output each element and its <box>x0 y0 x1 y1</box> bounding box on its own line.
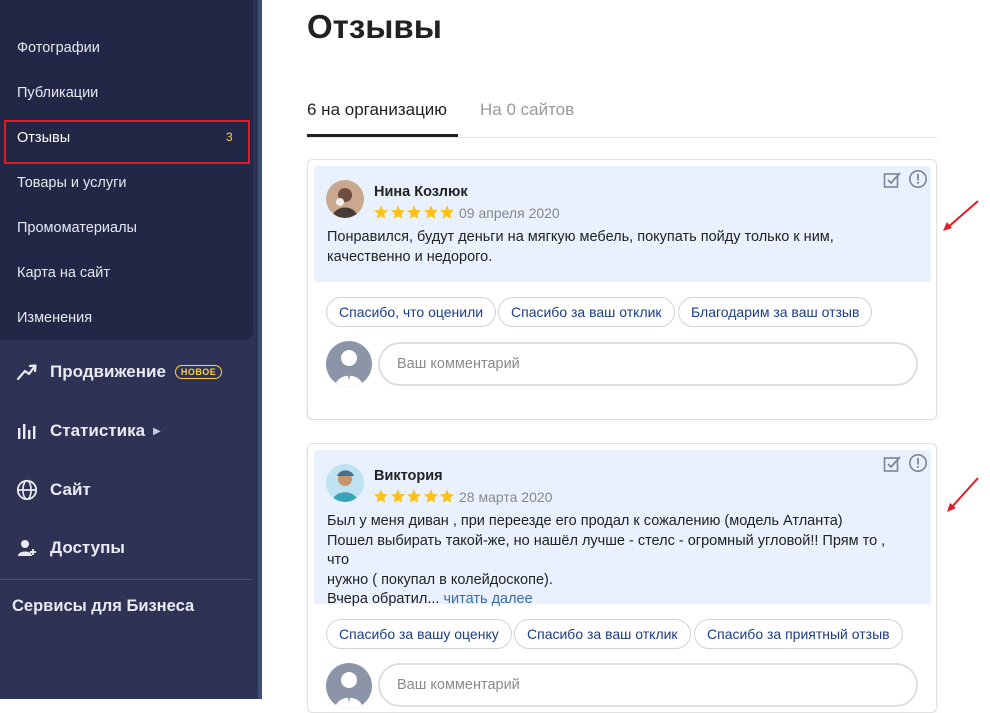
star-icon <box>423 205 438 219</box>
star-icon <box>407 489 421 503</box>
tabs: 6 на организацию На 0 сайтов <box>307 96 937 138</box>
review-text-line: качественно и недорого. <box>327 248 493 265</box>
review-text-line: Был у меня диван , при переезде его прод… <box>327 513 843 529</box>
business-services-link[interactable]: Сервисы для Бизнеса <box>12 597 194 616</box>
review-content: Виктория 28 марта 2020 Был у меня диван … <box>314 450 931 607</box>
subnav-item-changes[interactable]: Изменения <box>17 307 92 329</box>
subnav-item-map[interactable]: Карта на сайт <box>17 262 110 284</box>
active-tab-indicator <box>307 134 458 137</box>
tab-organization[interactable]: 6 на организацию <box>307 100 447 120</box>
bar-chart-icon <box>16 420 38 442</box>
review-card: Виктория 28 марта 2020 Был у меня диван … <box>307 443 937 713</box>
sidebar-edge <box>258 0 262 699</box>
review-date: 28 марта 2020 <box>459 489 553 505</box>
avatar[interactable] <box>326 464 364 502</box>
subnav-item-publications[interactable]: Публикации <box>17 82 98 104</box>
page-title: Отзывы <box>307 8 442 45</box>
nav-item-statistics[interactable]: Статистика ▶ <box>16 417 161 445</box>
review-card: Нина Козлюк 09 апреля 2020 Понравился, б… <box>307 159 937 420</box>
review-text: Был у меня диван , при переезде его прод… <box>327 512 907 610</box>
mark-read-icon[interactable] <box>883 171 901 189</box>
user-add-icon <box>16 537 38 559</box>
annotation-arrow-icon <box>943 200 979 231</box>
rating-stars <box>373 488 456 504</box>
user-avatar-icon <box>326 341 372 387</box>
trend-up-icon <box>16 361 38 383</box>
nav-label: Продвижение <box>50 362 166 381</box>
quick-reply-button[interactable]: Спасибо за вашу оценку <box>326 619 512 649</box>
avatar[interactable] <box>326 180 364 218</box>
sidebar-divider <box>0 579 253 580</box>
globe-icon <box>16 479 38 501</box>
comment-input[interactable] <box>378 342 918 386</box>
star-icon <box>374 205 388 219</box>
read-more-link[interactable]: читать далее <box>443 591 532 607</box>
report-icon[interactable] <box>908 453 928 473</box>
report-icon[interactable] <box>908 169 928 189</box>
nav-label: Сайт <box>50 480 91 499</box>
nav-item-promotion[interactable]: Продвижение НОВОЕ <box>16 358 223 386</box>
rating-stars <box>373 204 456 220</box>
quick-reply-button[interactable]: Благодарим за ваш отзыв <box>678 297 873 327</box>
star-icon <box>390 205 405 219</box>
review-date: 09 апреля 2020 <box>459 205 560 221</box>
highlight-annotation <box>4 120 250 164</box>
quick-reply-button[interactable]: Спасибо за ваш отклик <box>498 297 675 327</box>
user-avatar-icon <box>326 663 372 709</box>
new-badge: НОВОЕ <box>174 365 223 379</box>
subnav-item-promo[interactable]: Промоматериалы <box>17 217 137 239</box>
star-icon <box>390 489 405 503</box>
quick-reply-button[interactable]: Спасибо за ваш отклик <box>514 619 691 649</box>
nav-label: Доступы <box>50 538 125 557</box>
star-icon <box>423 489 438 503</box>
review-author: Виктория <box>374 468 443 484</box>
star-icon <box>440 205 454 219</box>
star-icon <box>374 489 388 503</box>
review-content: Нина Козлюк 09 апреля 2020 Понравился, б… <box>314 166 931 282</box>
nav-label: Статистика <box>50 421 146 440</box>
quick-reply-button[interactable]: Спасибо, что оценили <box>326 297 497 327</box>
review-text-line: Понравился, будут деньги на мягкую мебел… <box>327 229 834 245</box>
subnav-item-photos[interactable]: Фотографии <box>17 37 100 59</box>
mark-read-icon[interactable] <box>883 455 901 473</box>
star-icon <box>440 489 454 503</box>
reviews-subnav: Фотографии Публикации Отзывы 3 Товары и … <box>0 0 253 340</box>
review-text-line: нужно ( покупал в колейдоскопе). <box>327 571 553 588</box>
comment-input[interactable] <box>378 663 918 707</box>
quick-reply-button[interactable]: Спасибо за приятный отзыв <box>694 619 903 649</box>
nav-item-site[interactable]: Сайт <box>16 476 91 504</box>
review-text-line: Пошел выбирать такой-же, но нашёл лучше … <box>327 532 886 569</box>
review-text-line: Вчера обратил... <box>327 591 440 607</box>
review-author: Нина Козлюк <box>374 184 468 200</box>
star-icon <box>407 205 421 219</box>
annotation-arrow-icon <box>947 477 979 512</box>
subnav-item-goods[interactable]: Товары и услуги <box>17 172 126 194</box>
tab-sites[interactable]: На 0 сайтов <box>480 100 574 120</box>
chevron-right-icon: ▶ <box>153 425 161 437</box>
sidebar: Фотографии Публикации Отзывы 3 Товары и … <box>0 0 262 699</box>
nav-item-access[interactable]: Доступы <box>16 534 125 562</box>
review-text: Понравился, будут деньги на мягкую мебел… <box>327 228 907 267</box>
